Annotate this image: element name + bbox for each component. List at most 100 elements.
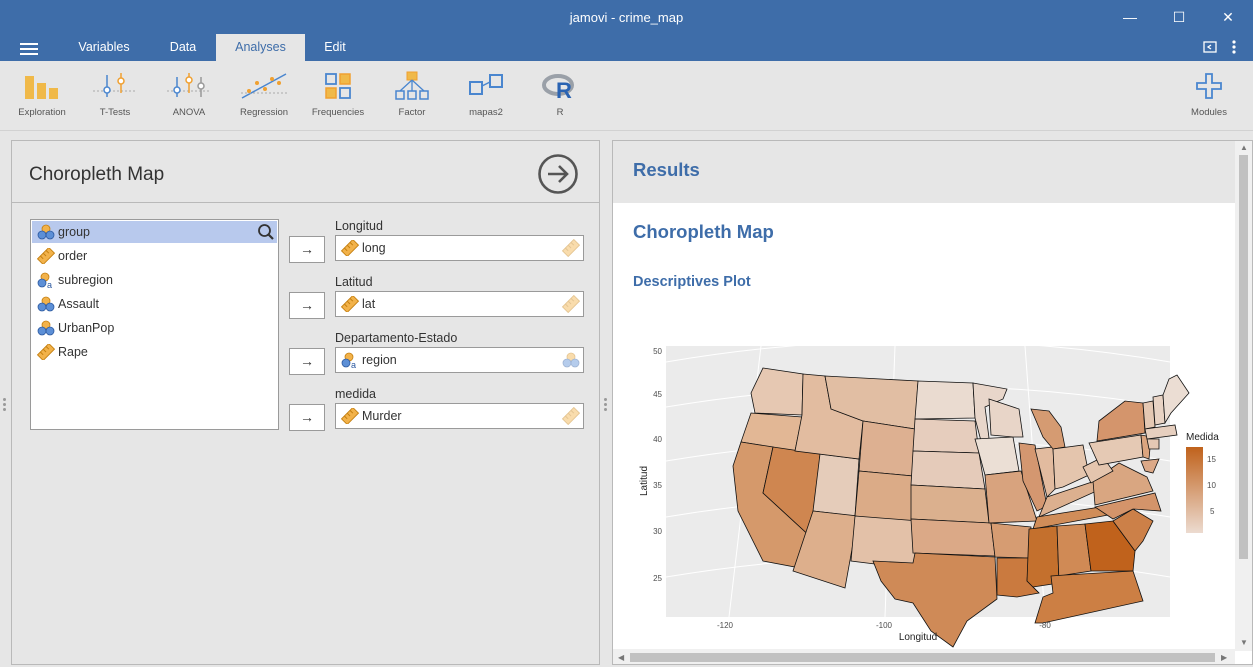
legend-title: Medida bbox=[1186, 432, 1219, 443]
x-tick-label: -100 bbox=[876, 621, 893, 630]
move-to-departamento-estado-button[interactable]: → bbox=[289, 348, 325, 375]
state-region bbox=[910, 450, 986, 490]
nominal-text-variable-icon: a bbox=[37, 272, 52, 288]
list-item[interactable]: UrbanPop bbox=[32, 317, 277, 339]
continuous-variable-icon bbox=[37, 344, 55, 360]
analysis-title: Choropleth Map bbox=[29, 164, 165, 185]
list-item[interactable]: group bbox=[32, 221, 277, 243]
mapas2-label: mapas2 bbox=[469, 107, 503, 118]
center-splitter-handle[interactable] bbox=[604, 398, 607, 413]
tab-edit[interactable]: Edit bbox=[310, 34, 360, 61]
menu-bar: Variables Data Analyses Edit bbox=[0, 34, 1253, 61]
latitud-value: lat bbox=[362, 297, 376, 311]
main-menu-icon[interactable] bbox=[20, 43, 38, 55]
y-axis-label: Latitud bbox=[639, 466, 650, 496]
state-region bbox=[812, 453, 860, 517]
left-splitter-handle[interactable] bbox=[3, 398, 6, 413]
list-item[interactable]: Rape bbox=[32, 341, 277, 363]
tab-variables[interactable]: Variables bbox=[66, 34, 142, 61]
regression-button[interactable]: Regression bbox=[227, 71, 301, 118]
longitud-target-box[interactable]: long bbox=[335, 235, 584, 261]
longitud-value: long bbox=[362, 241, 386, 255]
options-panel: Choropleth Map group order a subregion A… bbox=[11, 140, 600, 665]
modules-label: Modules bbox=[1191, 107, 1227, 118]
latitud-label: Latitud bbox=[335, 275, 373, 289]
medida-value: Murder bbox=[362, 409, 402, 423]
y-tick-label: 40 bbox=[653, 435, 662, 444]
regression-label: Regression bbox=[239, 107, 289, 118]
list-item[interactable]: order bbox=[32, 245, 277, 267]
anova-button[interactable]: ANOVA bbox=[152, 71, 226, 118]
mapas2-button[interactable]: mapas2 bbox=[449, 71, 523, 118]
state-region bbox=[914, 380, 976, 420]
legend-tick-label: 5 bbox=[1210, 507, 1215, 516]
y-axis: 50 45 40 35 30 25 bbox=[653, 347, 662, 583]
medida-target-box[interactable]: Murder bbox=[335, 403, 584, 429]
search-icon[interactable] bbox=[256, 222, 276, 242]
svg-text:a: a bbox=[47, 280, 52, 288]
analyses-ribbon: Exploration T-Tests ANOVA Regression Fre… bbox=[0, 61, 1253, 131]
y-tick-label: 45 bbox=[653, 390, 662, 399]
x-tick-label: -80 bbox=[1039, 621, 1051, 630]
medida-label: medida bbox=[335, 387, 376, 401]
move-to-longitud-button[interactable]: → bbox=[289, 236, 325, 263]
latitud-target-box[interactable]: lat bbox=[335, 291, 584, 317]
results-analysis-title: Choropleth Map bbox=[633, 221, 774, 242]
state-region bbox=[912, 418, 980, 454]
header-divider bbox=[12, 202, 599, 203]
exploration-label: Exploration bbox=[18, 107, 66, 118]
x-tick-label: -120 bbox=[717, 621, 734, 630]
title-bar: jamovi - crime_map — ☐ ✕ bbox=[0, 0, 1253, 34]
departamento-estado-target-box[interactable]: a region bbox=[335, 347, 584, 373]
state-region bbox=[990, 522, 1032, 559]
vertical-scrollbar[interactable]: ▲ ▼ bbox=[1235, 141, 1252, 651]
continuous-variable-icon bbox=[341, 296, 359, 312]
move-to-medida-button[interactable]: → bbox=[289, 404, 325, 431]
horizontal-scroll-thumb[interactable] bbox=[630, 653, 1215, 662]
y-tick-label: 50 bbox=[653, 347, 662, 356]
tab-analyses[interactable]: Analyses bbox=[216, 34, 305, 61]
minimize-button[interactable]: — bbox=[1119, 6, 1141, 28]
tab-data[interactable]: Data bbox=[154, 34, 212, 61]
move-to-latitud-button[interactable]: → bbox=[289, 292, 325, 319]
state-region bbox=[910, 484, 990, 524]
y-tick-label: 35 bbox=[653, 481, 662, 490]
list-item[interactable]: Assault bbox=[32, 293, 277, 315]
scroll-left-arrow-icon[interactable]: ◀ bbox=[618, 653, 624, 662]
variable-name: group bbox=[58, 225, 90, 239]
exploration-button[interactable]: Exploration bbox=[5, 71, 79, 118]
maximize-button[interactable]: ☐ bbox=[1168, 6, 1190, 28]
nominal-text-variable-icon: a bbox=[341, 352, 356, 368]
arrow-right-circle-icon[interactable] bbox=[537, 153, 579, 195]
frequencies-label: Frequencies bbox=[311, 107, 365, 118]
scroll-right-arrow-icon[interactable]: ▶ bbox=[1221, 653, 1227, 662]
list-item[interactable]: a subregion bbox=[32, 269, 277, 291]
continuous-type-icon bbox=[562, 295, 580, 313]
nominal-variable-icon bbox=[37, 296, 55, 312]
legend-tick-label: 15 bbox=[1207, 455, 1216, 464]
longitud-label: Longitud bbox=[335, 219, 383, 233]
results-header: Results bbox=[613, 141, 1235, 203]
nominal-type-icon bbox=[562, 352, 580, 368]
r-label: R bbox=[556, 107, 564, 118]
vertical-scroll-thumb[interactable] bbox=[1239, 155, 1248, 559]
legend-tick-label: 10 bbox=[1207, 481, 1216, 490]
horizontal-scrollbar[interactable]: ◀ ▶ bbox=[613, 649, 1235, 664]
frequencies-button[interactable]: Frequencies bbox=[301, 71, 375, 118]
t-tests-button[interactable]: T-Tests bbox=[78, 71, 152, 118]
modules-button[interactable]: Modules bbox=[1172, 71, 1246, 118]
more-options-icon[interactable] bbox=[1231, 39, 1237, 58]
factor-button[interactable]: Factor bbox=[375, 71, 449, 118]
scroll-up-arrow-icon[interactable]: ▲ bbox=[1240, 143, 1248, 152]
variable-list[interactable]: group order a subregion Assault UrbanPop… bbox=[30, 219, 279, 430]
variable-name: order bbox=[58, 249, 88, 263]
mapas2-icon bbox=[469, 74, 503, 95]
plot-title: Descriptives Plot bbox=[633, 274, 751, 290]
nominal-variable-icon bbox=[37, 224, 55, 240]
r-button[interactable]: R R bbox=[523, 71, 597, 118]
close-button[interactable]: ✕ bbox=[1217, 6, 1239, 28]
scroll-down-arrow-icon[interactable]: ▼ bbox=[1240, 638, 1248, 647]
t-tests-icon bbox=[93, 73, 137, 97]
x-axis-label: Longitud bbox=[899, 632, 937, 643]
results-mode-icon[interactable] bbox=[1203, 40, 1217, 57]
